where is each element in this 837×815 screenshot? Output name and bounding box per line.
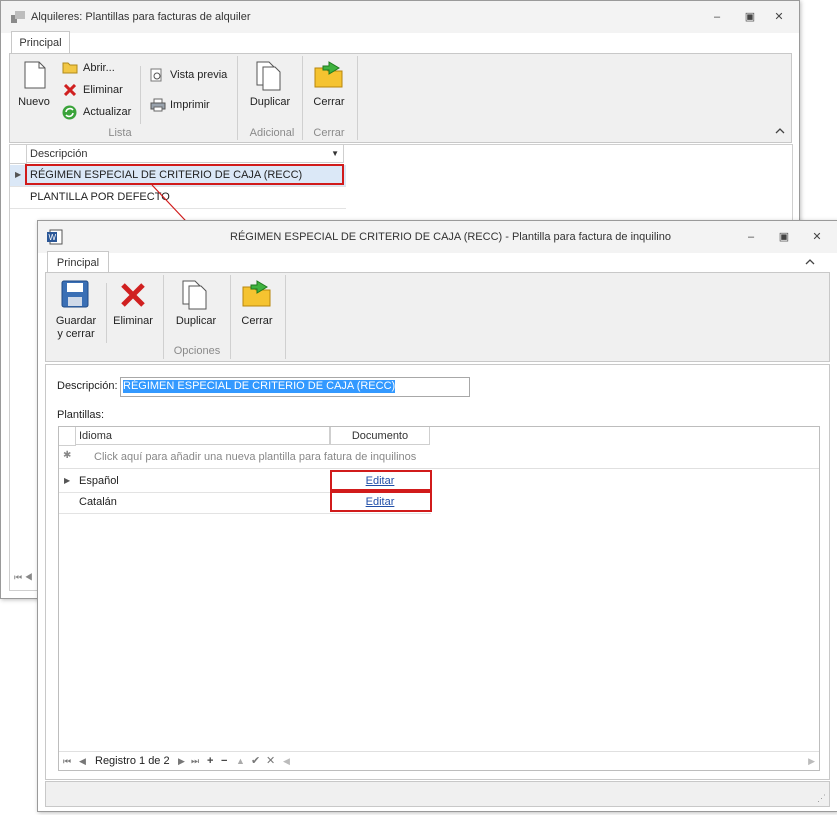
column-header-idioma[interactable]: Idioma <box>75 427 330 445</box>
prev-record-icon[interactable]: ◀ <box>79 752 86 770</box>
duplicar-button[interactable]: Duplicar <box>171 315 221 328</box>
highlight-box <box>330 491 432 512</box>
plantillas-label: Plantillas: <box>57 409 105 421</box>
group-opciones-label: Opciones <box>173 345 221 357</box>
collapse-ribbon-icon[interactable] <box>805 257 815 269</box>
tab-principal[interactable]: Principal <box>47 251 109 274</box>
front-window: W RÉGIMEN ESPECIAL DE CRITERIO DE CAJA (… <box>37 220 837 812</box>
content-panel: Descripción: RÉGIMEN ESPECIAL DE CRITERI… <box>45 364 830 780</box>
descripcion-label: Descripción: <box>57 380 118 392</box>
separator <box>285 275 286 359</box>
first-record-icon[interactable]: ⏮ <box>63 752 71 770</box>
guardar-label-line2: y cerrar <box>57 328 95 340</box>
new-row-asterisk-icon: ✱ <box>63 450 72 461</box>
delete-record-icon[interactable]: − <box>221 752 227 770</box>
guardar-cerrar-button[interactable]: Guardar y cerrar <box>50 315 102 341</box>
delete-icon[interactable] <box>120 282 146 311</box>
save-icon[interactable] <box>61 280 89 311</box>
eliminar-button[interactable]: Eliminar <box>108 315 158 328</box>
separator <box>230 275 231 359</box>
save-record-icon[interactable]: ✔ <box>251 752 260 770</box>
new-row[interactable]: ✱ Click aquí para añadir una nueva plant… <box>59 446 819 469</box>
edit-record-icon[interactable]: ▲ <box>236 752 245 770</box>
column-header-documento[interactable]: Documento <box>330 427 430 445</box>
minimize-icon[interactable]: – <box>743 230 759 244</box>
close-icon[interactable]: ✕ <box>809 230 825 244</box>
maximize-icon[interactable]: ▣ <box>776 230 792 244</box>
row-cell-idioma: Español <box>79 475 119 487</box>
front-window-title: RÉGIMEN ESPECIAL DE CRITERIO DE CAJA (RE… <box>230 231 671 243</box>
status-bar: ⋰ <box>45 781 830 807</box>
svg-text:W: W <box>49 233 57 242</box>
cerrar-button[interactable]: Cerrar <box>234 315 280 328</box>
descripcion-input[interactable]: RÉGIMEN ESPECIAL DE CRITERIO DE CAJA (RE… <box>120 377 470 397</box>
front-titlebar: W RÉGIMEN ESPECIAL DE CRITERIO DE CAJA (… <box>38 221 837 253</box>
record-counter: Registro 1 de 2 <box>95 755 170 767</box>
grid-header-indicator <box>59 427 76 446</box>
separator <box>163 275 164 359</box>
front-ribbon: Guardar y cerrar Eliminar Duplicar Opcio… <box>45 272 830 362</box>
next-record-icon[interactable]: ▶ <box>178 752 185 770</box>
last-record-icon[interactable]: ⏭ <box>191 752 199 770</box>
cancel-record-icon[interactable]: ✕ <box>266 752 275 770</box>
plantillas-grid: Idioma Documento ✱ Click aquí para añadi… <box>58 426 820 771</box>
close-folder-icon[interactable] <box>241 279 273 312</box>
highlight-box <box>330 470 432 491</box>
row-indicator-icon: ▶ <box>64 476 71 485</box>
resize-grip-icon[interactable]: ⋰ <box>817 793 826 804</box>
add-record-icon[interactable]: + <box>207 752 213 770</box>
guardar-label-line1: Guardar <box>55 315 97 327</box>
scroll-left-icon[interactable]: ◀ <box>283 752 290 770</box>
duplicate-icon[interactable] <box>182 280 208 313</box>
word-document-icon: W <box>47 229 63 248</box>
new-row-hint: Click aquí para añadir una nueva plantil… <box>94 451 417 463</box>
grid-navigator: ⏮ ◀ Registro 1 de 2 ▶ ⏭ + − ▲ ✔ ✕ ◀ ▶ <box>59 751 819 770</box>
descripcion-value: RÉGIMEN ESPECIAL DE CRITERIO DE CAJA (RE… <box>123 380 396 393</box>
separator <box>106 283 107 343</box>
scroll-right-icon[interactable]: ▶ <box>808 752 815 770</box>
row-cell-idioma: Catalán <box>79 496 117 508</box>
